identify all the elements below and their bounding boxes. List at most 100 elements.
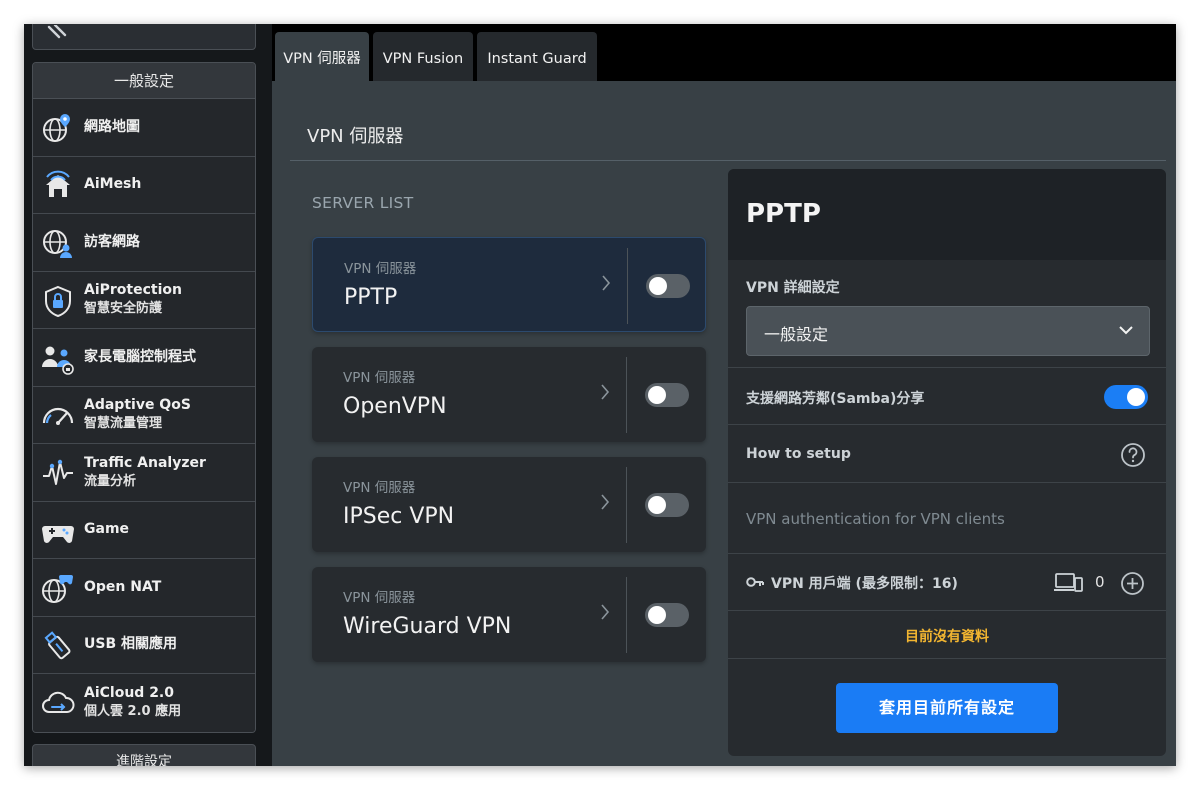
traffic-analyzer-icon <box>43 459 73 485</box>
main-content: VPN 伺服器 VPN Fusion Instant Guard VPN 伺服器… <box>272 24 1176 766</box>
sidebar-item-label: USB 相關應用 <box>84 636 177 653</box>
openvpn-enable-toggle[interactable] <box>645 383 689 407</box>
title-divider <box>290 160 1166 161</box>
gamepad-icon <box>42 525 74 543</box>
advanced-settings-header[interactable]: 進階設定 <box>32 744 256 766</box>
apply-all-settings-button[interactable]: 套用目前所有設定 <box>836 683 1058 733</box>
toggle-knob <box>648 386 666 404</box>
sidebar-item-aiprotection[interactable]: AiProtection 智慧安全防護 <box>33 271 255 329</box>
sidebar-item-parental-control[interactable]: 家長電腦控制程式 <box>33 329 255 387</box>
card-divider <box>627 248 628 324</box>
server-card-openvpn[interactable]: VPN 伺服器 OpenVPN <box>312 347 706 442</box>
sidebar-item-label: Adaptive QoS <box>84 397 191 414</box>
sidebar-item-label: 家長電腦控制程式 <box>84 348 196 365</box>
toggle-knob <box>648 606 666 624</box>
chevron-right-icon <box>601 604 610 620</box>
vpn-detail-select[interactable]: 一般設定 <box>746 306 1150 356</box>
toggle-knob <box>1127 388 1145 406</box>
devices-icon <box>1054 573 1083 592</box>
server-list-label: SERVER LIST <box>312 194 414 212</box>
wireguard-enable-toggle[interactable] <box>645 603 689 627</box>
guest-network-icon <box>43 230 72 258</box>
server-card-ipsec[interactable]: VPN 伺服器 IPSec VPN <box>312 457 706 552</box>
vpn-detail-label: VPN 詳細設定 <box>746 280 840 296</box>
sidebar-item-label: 訪客網路 <box>84 233 140 250</box>
ipsec-enable-toggle[interactable] <box>645 493 689 517</box>
chevron-right-icon <box>602 275 611 291</box>
server-card-name: OpenVPN <box>343 394 447 419</box>
sidebar-item-sublabel: 個人雲 2.0 應用 <box>84 704 182 720</box>
sidebar-item-label: 網路地圖 <box>84 118 140 135</box>
vpn-client-count: 0 <box>1095 573 1105 591</box>
shield-lock-icon <box>45 285 71 317</box>
gauge-icon <box>42 407 74 425</box>
sidebar-item-aimesh[interactable]: AiMesh <box>33 156 255 214</box>
select-value: 一般設定 <box>764 325 829 344</box>
server-card-sublabel: VPN 伺服器 <box>343 370 416 386</box>
sidebar-item-open-nat[interactable]: Open NAT <box>33 559 255 617</box>
card-divider <box>626 357 627 433</box>
key-icon <box>746 577 764 587</box>
parental-control-icon <box>42 346 74 375</box>
card-divider <box>626 577 627 653</box>
sidebar-item-sublabel: 智慧安全防護 <box>84 301 163 317</box>
tab-instant-guard[interactable]: Instant Guard <box>477 32 597 81</box>
cloud-icon <box>42 691 75 713</box>
server-card-sublabel: VPN 伺服器 <box>343 590 416 606</box>
chevron-down-icon <box>1119 326 1133 335</box>
toggle-knob <box>649 277 667 295</box>
sidebar-top-item[interactable] <box>32 24 256 50</box>
add-circle-icon[interactable] <box>1120 571 1145 596</box>
server-card-name: IPSec VPN <box>343 504 455 529</box>
panel-divider <box>728 424 1166 425</box>
server-card-pptp[interactable]: VPN 伺服器 PPTP <box>312 237 706 332</box>
question-circle-icon[interactable] <box>1120 442 1146 468</box>
no-data-message: 目前沒有資料 <box>905 629 989 645</box>
panel-divider <box>728 610 1166 611</box>
server-detail-panel: PPTP VPN 詳細設定 一般設定 支援網路芳鄰(Samba)分享 How t… <box>728 169 1166 756</box>
panel-divider <box>728 367 1166 368</box>
panel-divider <box>728 658 1166 659</box>
server-card-wireguard[interactable]: VPN 伺服器 WireGuard VPN <box>312 567 706 662</box>
sidebar-item-aicloud[interactable]: AiCloud 2.0 個人雲 2.0 應用 <box>33 674 255 732</box>
sidebar-item-label: Traffic Analyzer <box>84 454 206 471</box>
sidebar-item-sublabel: 流量分析 <box>84 473 137 489</box>
panel-divider <box>728 482 1166 483</box>
sidebar-item-label: AiProtection <box>84 282 182 299</box>
panel-title: PPTP <box>746 199 821 229</box>
general-settings-menu: 一般設定 網路地圖 AiMesh 訪客網路 AiProtection 智慧安全防… <box>32 62 256 733</box>
sidebar-item-adaptive-qos[interactable]: Adaptive QoS 智慧流量管理 <box>33 386 255 444</box>
partial-menu-icon <box>47 25 67 39</box>
how-to-setup-label: How to setup <box>746 446 851 462</box>
vpn-clients-label: VPN 用戶端 (最多限制：16) <box>771 576 958 592</box>
sidebar-item-network-map[interactable]: 網路地圖 <box>33 99 255 157</box>
auth-description: VPN authentication for VPN clients <box>746 510 1005 528</box>
network-map-icon <box>43 114 70 142</box>
sidebar: 一般設定 網路地圖 AiMesh 訪客網路 AiProtection 智慧安全防… <box>24 24 272 766</box>
server-card-name: WireGuard VPN <box>343 614 512 639</box>
panel-divider <box>728 553 1166 554</box>
sidebar-item-traffic-analyzer[interactable]: Traffic Analyzer 流量分析 <box>33 444 255 502</box>
tab-vpn-server[interactable]: VPN 伺服器 <box>275 32 369 81</box>
samba-share-toggle[interactable] <box>1104 385 1148 409</box>
server-card-sublabel: VPN 伺服器 <box>344 261 417 277</box>
tab-vpn-fusion[interactable]: VPN Fusion <box>373 32 473 81</box>
sidebar-item-label: Open NAT <box>84 578 162 595</box>
chevron-right-icon <box>601 384 610 400</box>
chevron-right-icon <box>601 494 610 510</box>
pptp-enable-toggle[interactable] <box>646 274 690 298</box>
sidebar-item-label: AiCloud 2.0 <box>84 685 174 702</box>
server-card-sublabel: VPN 伺服器 <box>343 480 416 496</box>
usb-icon <box>44 630 71 659</box>
page-title: VPN 伺服器 <box>307 126 404 147</box>
sidebar-item-game[interactable]: Game <box>33 501 255 559</box>
sidebar-item-label: Game <box>84 521 130 538</box>
general-settings-header: 一般設定 <box>33 63 255 99</box>
card-divider <box>626 467 627 543</box>
sidebar-item-guest-network[interactable]: 訪客網路 <box>33 214 255 272</box>
aimesh-icon <box>46 170 70 197</box>
toggle-knob <box>648 496 666 514</box>
open-nat-icon <box>42 575 73 603</box>
samba-label: 支援網路芳鄰(Samba)分享 <box>746 391 925 407</box>
sidebar-item-usb[interactable]: USB 相關應用 <box>33 616 255 674</box>
